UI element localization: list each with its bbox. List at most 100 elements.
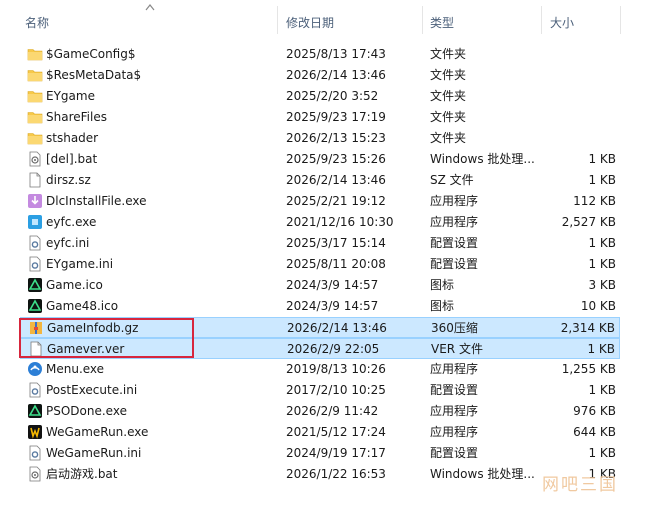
file-name: eyfc.exe — [46, 215, 97, 229]
file-name: PostExecute.ini — [46, 383, 138, 397]
folder-icon — [27, 46, 43, 62]
file-row[interactable]: Game.ico 2024/3/9 14:57 图标 3 KB — [20, 275, 620, 296]
file-name: dirsz.sz — [46, 173, 91, 187]
column-divider[interactable] — [422, 6, 423, 34]
file-row[interactable]: stshader 2026/2/13 15:23 文件夹 — [20, 128, 620, 149]
file-modified-date: 2026/2/9 11:42 — [286, 404, 379, 418]
column-divider[interactable] — [277, 6, 278, 34]
file-size: 10 KB — [580, 299, 616, 313]
column-divider[interactable] — [620, 6, 621, 34]
file-modified-date: 2026/2/14 13:46 — [286, 68, 386, 82]
file-modified-date: 2026/1/22 16:53 — [286, 467, 386, 481]
file-modified-date: 2025/2/21 19:12 — [286, 194, 386, 208]
file-type: Windows 批处理... — [430, 467, 535, 481]
menu-app-icon — [27, 361, 43, 377]
file-type: 文件夹 — [430, 68, 467, 82]
file-modified-date: 2026/2/14 13:46 — [286, 173, 386, 187]
file-type: VER 文件 — [431, 342, 483, 356]
file-modified-date: 2025/9/23 15:26 — [286, 152, 386, 166]
file-name: DlcInstallFile.exe — [46, 194, 147, 208]
file-size: 1 KB — [588, 173, 616, 187]
file-row[interactable]: dirsz.sz 2026/2/14 13:46 SZ 文件 1 KB — [20, 170, 620, 191]
file-name: WeGameRun.ini — [46, 446, 142, 460]
file-type: SZ 文件 — [430, 173, 474, 187]
file-size: 1 KB — [588, 152, 616, 166]
file-row[interactable]: eyfc.ini 2025/3/17 15:14 配置设置 1 KB — [20, 233, 620, 254]
column-header-date[interactable]: 修改日期 — [286, 0, 334, 34]
file-size: 1 KB — [588, 446, 616, 460]
file-modified-date: 2024/3/9 14:57 — [286, 299, 379, 313]
file-name: EYgame.ini — [46, 257, 114, 271]
file-name: $ResMetaData$ — [46, 68, 142, 82]
file-row[interactable]: PostExecute.ini 2017/2/10 10:25 配置设置 1 KB — [20, 380, 620, 401]
file-type: 360压缩 — [431, 321, 478, 335]
sort-ascending-icon[interactable] — [145, 3, 155, 11]
file-type: 应用程序 — [430, 425, 479, 439]
installer-icon — [27, 193, 43, 209]
file-row[interactable]: EYgame.ini 2025/8/11 20:08 配置设置 1 KB — [20, 254, 620, 275]
document-icon — [27, 172, 43, 188]
file-type: 文件夹 — [430, 47, 467, 61]
game-logo-icon — [27, 277, 43, 293]
settings-file-icon — [27, 382, 43, 398]
file-modified-date: 2025/2/20 3:52 — [286, 89, 379, 103]
file-row[interactable]: eyfc.exe 2021/12/16 10:30 应用程序 2,527 KB — [20, 212, 620, 233]
file-type: 图标 — [430, 299, 455, 313]
file-type: 配置设置 — [430, 383, 479, 397]
file-row[interactable]: $GameConfig$ 2025/8/13 17:43 文件夹 — [20, 44, 620, 65]
column-divider[interactable] — [541, 6, 542, 34]
column-header-type[interactable]: 类型 — [430, 0, 454, 34]
file-type: 配置设置 — [430, 257, 479, 271]
file-name: PSODone.exe — [46, 404, 127, 418]
file-type: 文件夹 — [430, 131, 467, 145]
eyfc-app-icon — [27, 214, 43, 230]
file-modified-date: 2021/5/12 17:24 — [286, 425, 386, 439]
file-name: Menu.exe — [46, 362, 105, 376]
file-row[interactable]: DlcInstallFile.exe 2025/2/21 19:12 应用程序 112… — [20, 191, 620, 212]
file-name: Game48.ico — [46, 299, 119, 313]
file-size: 1 KB — [588, 257, 616, 271]
file-name: ShareFiles — [46, 110, 107, 124]
file-name: WeGameRun.exe — [46, 425, 149, 439]
batch-file-icon — [27, 466, 43, 482]
settings-file-icon — [27, 235, 43, 251]
file-type: 配置设置 — [430, 446, 479, 460]
file-type: 应用程序 — [430, 194, 479, 208]
file-row[interactable]: 启动游戏.bat 2026/1/22 16:53 Windows 批处理... 1 K… — [20, 464, 620, 485]
file-name: eyfc.ini — [46, 236, 90, 250]
file-modified-date: 2017/2/10 10:25 — [286, 383, 386, 397]
file-name: 启动游戏.bat — [46, 467, 118, 481]
file-row[interactable]: [del].bat 2025/9/23 15:26 Windows 批处理... 1 … — [20, 149, 620, 170]
file-modified-date: 2024/3/9 14:57 — [286, 278, 379, 292]
file-row[interactable]: WeGameRun.exe 2021/5/12 17:24 应用程序 644 KB — [20, 422, 620, 443]
file-row[interactable]: Menu.exe 2019/8/13 10:26 应用程序 1,255 KB — [20, 359, 620, 380]
file-row[interactable]: WeGameRun.ini 2024/9/19 17:17 配置设置 1 KB — [20, 443, 620, 464]
file-size: 644 KB — [573, 425, 616, 439]
file-name: [del].bat — [46, 152, 98, 166]
file-size: 976 KB — [573, 404, 616, 418]
column-header-name[interactable]: 名称 — [25, 0, 49, 34]
file-row[interactable]: Game48.ico 2024/3/9 14:57 图标 10 KB — [20, 296, 620, 317]
settings-file-icon — [27, 256, 43, 272]
column-header-size[interactable]: 大小 — [550, 0, 574, 34]
folder-icon — [27, 130, 43, 146]
file-modified-date: 2021/12/16 10:30 — [286, 215, 394, 229]
file-modified-date: 2026/2/14 13:46 — [287, 321, 387, 335]
wegame-icon — [27, 424, 43, 440]
folder-icon — [27, 109, 43, 125]
file-row[interactable]: $ResMetaData$ 2026/2/14 13:46 文件夹 — [20, 65, 620, 86]
file-row[interactable]: ShareFiles 2025/9/23 17:19 文件夹 — [20, 107, 620, 128]
folder-icon — [27, 67, 43, 83]
file-modified-date: 2024/9/19 17:17 — [286, 446, 386, 460]
file-row[interactable]: EYgame 2025/2/20 3:52 文件夹 — [20, 86, 620, 107]
file-type: 文件夹 — [430, 110, 467, 124]
file-type: Windows 批处理... — [430, 152, 535, 166]
file-size: 1 KB — [588, 383, 616, 397]
file-modified-date: 2025/8/13 17:43 — [286, 47, 386, 61]
column-header-bar: 名称 修改日期 类型 大小 — [0, 0, 662, 34]
file-type: 应用程序 — [430, 215, 479, 229]
file-type: 配置设置 — [430, 236, 479, 250]
settings-file-icon — [27, 445, 43, 461]
file-row[interactable]: PSODone.exe 2026/2/9 11:42 应用程序 976 KB — [20, 401, 620, 422]
game-logo-icon — [27, 298, 43, 314]
